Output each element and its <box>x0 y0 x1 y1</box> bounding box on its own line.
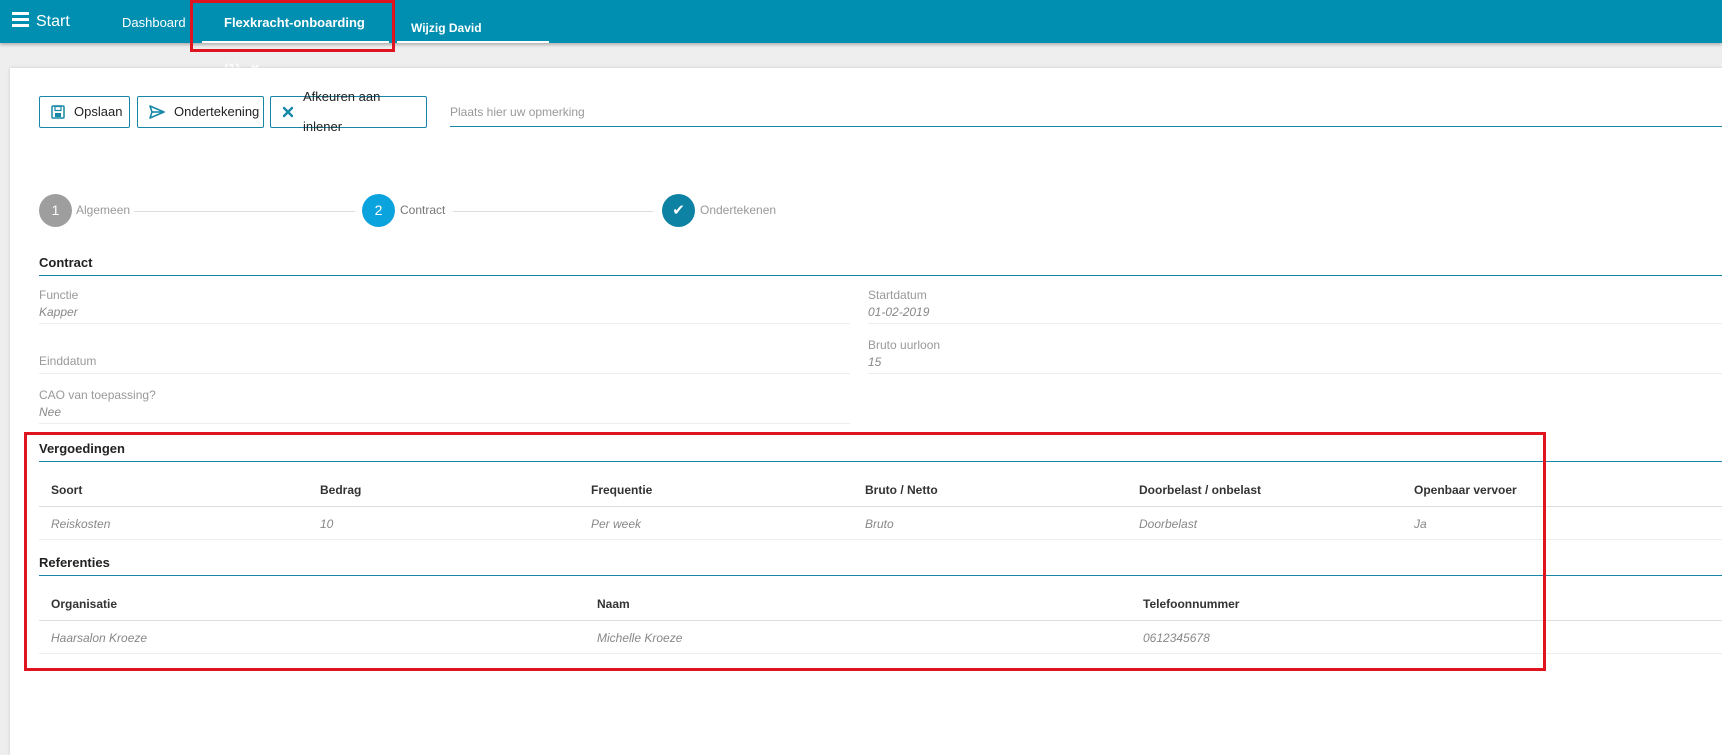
table-cell: Haarsalon Kroeze <box>51 631 148 645</box>
section-title-vergoedingen: Vergoedingen <box>39 441 125 456</box>
section-divider <box>39 461 1722 462</box>
app-title[interactable]: Start <box>36 13 70 31</box>
main-card <box>10 68 1722 755</box>
field-label-bruto-uurloon: Bruto uurloon <box>868 338 941 352</box>
field-value-cao: Nee <box>39 405 62 419</box>
table-cell: Bruto <box>865 517 894 531</box>
section-divider <box>39 275 1722 276</box>
save-button-label: Opslaan <box>74 104 123 119</box>
column-header[interactable]: Soort <box>51 483 82 497</box>
table-row-divider <box>39 539 1722 540</box>
tab-flexkracht-onboarding[interactable]: Flexkracht-onboarding (1)✖ <box>202 0 389 76</box>
field-label-einddatum: Einddatum <box>39 354 97 368</box>
top-bar: Start Dashboard Flexkracht-onboarding (1… <box>0 0 1722 91</box>
save-button[interactable]: Opslaan <box>39 96 130 128</box>
step-3-checkmark-icon[interactable]: ✔ <box>662 194 695 227</box>
table-cell: Doorbelast <box>1139 517 1198 531</box>
field-value-functie: Kapper <box>39 305 78 319</box>
tab-dashboard[interactable]: Dashboard <box>122 0 186 43</box>
remark-input[interactable] <box>450 98 1722 127</box>
column-header[interactable]: Naam <box>597 597 630 611</box>
tab-wijzig-david-molenaar[interactable]: Wijzig David Molenaar✖ <box>397 0 549 91</box>
step-3-label: Ondertekenen <box>700 203 777 217</box>
column-header[interactable]: Bruto / Netto <box>865 483 938 497</box>
field-value-startdatum: 01-02-2019 <box>868 305 930 319</box>
sign-button[interactable]: Ondertekening <box>137 96 264 128</box>
column-header[interactable]: Openbaar vervoer <box>1414 483 1517 497</box>
column-header[interactable]: Organisatie <box>51 597 117 611</box>
step-connector <box>453 211 653 212</box>
reject-button-label: Afkeuren aan inlener <box>303 89 381 134</box>
table-cell: 10 <box>320 517 334 531</box>
table-cell: Per week <box>591 517 642 531</box>
sign-button-label: Ondertekening <box>174 104 260 119</box>
section-title-contract: Contract <box>39 255 93 270</box>
field-label-cao: CAO van toepassing? <box>39 388 156 402</box>
tab-label: Flexkracht-onboarding (1) <box>224 15 365 76</box>
field-divider <box>39 373 850 374</box>
field-divider <box>39 323 850 324</box>
step-2-label: Contract <box>400 203 446 217</box>
field-label-startdatum: Startdatum <box>868 288 927 302</box>
field-divider <box>39 423 850 424</box>
table-header-divider <box>39 506 1722 507</box>
floppy-disk-icon <box>51 105 65 119</box>
step-1-circle[interactable]: 1 <box>39 194 72 227</box>
field-label-functie: Functie <box>39 288 79 302</box>
field-divider <box>868 323 1722 324</box>
step-2-circle[interactable]: 2 <box>362 194 395 227</box>
times-icon <box>282 106 294 118</box>
table-cell: Reiskosten <box>51 517 111 531</box>
reject-button[interactable]: Afkeuren aan inlener <box>270 89 427 134</box>
field-value-bruto-uurloon: 15 <box>868 355 882 369</box>
table-header-divider <box>39 620 1722 621</box>
hamburger-menu-icon[interactable] <box>12 12 29 27</box>
field-divider <box>868 373 1722 374</box>
paper-plane-icon <box>149 105 165 119</box>
column-header[interactable]: Frequentie <box>591 483 652 497</box>
step-connector <box>134 211 355 212</box>
column-header[interactable]: Telefoonnummer <box>1143 597 1239 611</box>
column-header[interactable]: Doorbelast / onbelast <box>1139 483 1261 497</box>
tab-label: Dashboard <box>122 15 186 30</box>
table-cell: Michelle Kroeze <box>597 631 683 645</box>
step-1-label: Algemeen <box>76 203 131 217</box>
table-cell: Ja <box>1414 517 1427 531</box>
table-cell: 0612345678 <box>1143 631 1210 645</box>
section-title-referenties: Referenties <box>39 555 110 570</box>
section-divider <box>39 575 1722 576</box>
table-row-divider <box>39 653 1722 654</box>
column-header[interactable]: Bedrag <box>320 483 361 497</box>
